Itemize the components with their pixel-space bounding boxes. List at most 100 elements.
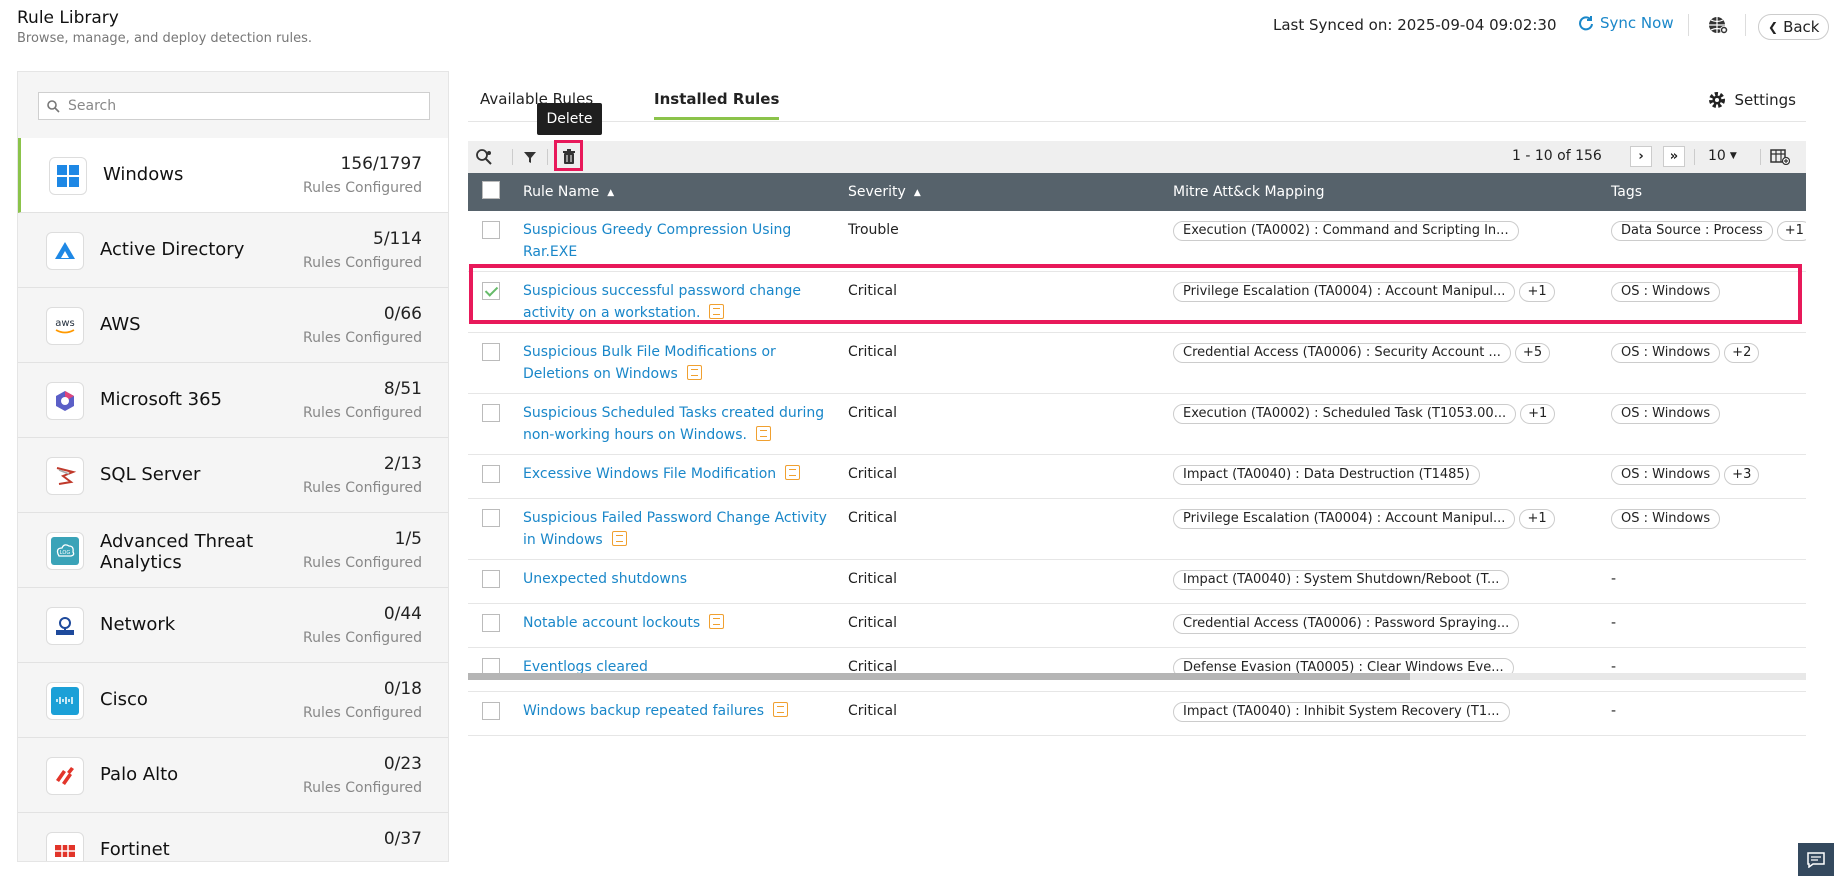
mitre-more-badge[interactable]: +1 bbox=[1519, 509, 1555, 529]
row-checkbox[interactable] bbox=[482, 570, 500, 588]
mitre-tag[interactable]: Credential Access (TA0006) : Security Ac… bbox=[1173, 343, 1511, 363]
settings-label: Settings bbox=[1734, 91, 1796, 109]
tag-pill[interactable]: Data Source : Process bbox=[1611, 221, 1773, 241]
rule-name-link[interactable]: Windows backup repeated failures bbox=[523, 703, 764, 719]
row-checkbox[interactable] bbox=[482, 404, 500, 422]
mitre-tag[interactable]: Execution (TA0002) : Command and Scripti… bbox=[1173, 221, 1519, 241]
mitre-tag[interactable]: Execution (TA0002) : Scheduled Task (T10… bbox=[1173, 404, 1517, 424]
sidebar-item-advanced-threat-analytics[interactable]: LOG Advanced Threat Analytics 1/5 Rules … bbox=[18, 513, 448, 588]
column-header-severity[interactable]: Severity ▲ bbox=[848, 173, 1173, 211]
tag-more-badge[interactable]: +2 bbox=[1724, 343, 1760, 363]
tag-more-badge[interactable]: +1 bbox=[1776, 221, 1806, 241]
page-subtitle: Browse, manage, and deploy detection rul… bbox=[17, 31, 313, 46]
sidebar-item-fortinet[interactable]: Fortinet 0/37 bbox=[18, 813, 448, 861]
rules-configured-label: Rules Configured bbox=[303, 705, 422, 721]
rule-name-link[interactable]: Notable account lockouts bbox=[523, 615, 700, 631]
rule-name-link[interactable]: Excessive Windows File Modification bbox=[523, 466, 776, 482]
page-size-select[interactable]: 10 ▼ bbox=[1708, 148, 1737, 164]
divider bbox=[547, 149, 548, 165]
table-row[interactable]: Eventlogs cleared Critical Defense Evasion… bbox=[468, 647, 1806, 692]
rule-type-icon bbox=[756, 426, 771, 441]
mitre-tag[interactable]: Impact (TA0040) : System Shutdown/Reboot… bbox=[1173, 570, 1510, 590]
table-row[interactable]: Unexpected shutdowns Critical Impact (TA00… bbox=[468, 559, 1806, 604]
rules-configured-label: Rules Configured bbox=[303, 405, 422, 421]
row-checkbox[interactable] bbox=[482, 465, 500, 483]
sidebar-item-label: Advanced Threat Analytics bbox=[100, 531, 254, 573]
rule-count: 0/44 bbox=[383, 604, 422, 624]
table-row[interactable]: Suspicious Failed Password Change Activi… bbox=[468, 498, 1806, 560]
row-checkbox[interactable] bbox=[482, 509, 500, 527]
back-label: Back bbox=[1783, 18, 1820, 36]
rule-name-link[interactable]: Suspicious successful password change ac… bbox=[523, 283, 801, 321]
tag-pill[interactable]: OS : Windows bbox=[1611, 404, 1721, 424]
table-row[interactable]: Suspicious Scheduled Tasks created durin… bbox=[468, 393, 1806, 455]
tab-installed-rules[interactable]: Installed Rules bbox=[654, 90, 780, 120]
tag-pill[interactable]: OS : Windows bbox=[1611, 343, 1721, 363]
mitre-more-badge[interactable]: +1 bbox=[1519, 282, 1555, 302]
sidebar-item-label: Cisco bbox=[100, 689, 148, 710]
row-checkbox[interactable] bbox=[482, 221, 500, 239]
mitre-more-badge[interactable]: +5 bbox=[1514, 343, 1551, 363]
sql-server-icon bbox=[46, 457, 84, 495]
mitre-tag[interactable]: Privilege Escalation (TA0004) : Account … bbox=[1173, 282, 1516, 302]
mitre-tag[interactable]: Impact (TA0040) : Inhibit System Recover… bbox=[1173, 702, 1510, 722]
mitre-tag[interactable]: Credential Access (TA0006) : Password Sp… bbox=[1173, 614, 1520, 634]
last-page-button[interactable]: » bbox=[1663, 146, 1685, 167]
column-settings-button[interactable] bbox=[1768, 145, 1792, 169]
mitre-more-badge[interactable]: +1 bbox=[1520, 404, 1556, 424]
filter-icon bbox=[524, 152, 536, 163]
sort-asc-icon: ▲ bbox=[607, 188, 615, 198]
rules-configured-label: Rules Configured bbox=[303, 180, 422, 196]
back-button[interactable]: ❮ Back bbox=[1758, 14, 1830, 40]
sidebar-item-cisco[interactable]: Cisco 0/18 Rules Configured bbox=[18, 663, 448, 738]
sidebar-item-palo-alto[interactable]: Palo Alto 0/23 Rules Configured bbox=[18, 738, 448, 813]
table-row[interactable]: Suspicious successful password change ac… bbox=[468, 271, 1806, 333]
table-row[interactable]: Suspicious Greedy Compression Using Rar.… bbox=[468, 211, 1806, 272]
chat-button[interactable] bbox=[1798, 843, 1834, 876]
sidebar-item-network[interactable]: Network 0/44 Rules Configured bbox=[18, 588, 448, 663]
advanced-search-button[interactable] bbox=[472, 145, 496, 169]
table-row[interactable]: Windows backup repeated failures Critical… bbox=[468, 691, 1806, 736]
tag-pill[interactable]: OS : Windows bbox=[1611, 465, 1721, 485]
table-row[interactable]: Excessive Windows File Modification Criti… bbox=[468, 454, 1806, 499]
table-toolbar: 1 - 10 of 156 › » 10 ▼ bbox=[468, 140, 1806, 173]
rule-name-link[interactable]: Suspicious Scheduled Tasks created durin… bbox=[523, 405, 824, 443]
globe-settings-icon[interactable] bbox=[1707, 14, 1729, 36]
filter-button[interactable] bbox=[518, 145, 542, 169]
mitre-tag[interactable]: Impact (TA0040) : Data Destruction (T148… bbox=[1173, 465, 1480, 485]
row-checkbox[interactable] bbox=[482, 343, 500, 361]
next-page-button[interactable]: › bbox=[1630, 146, 1652, 167]
table-row[interactable]: Suspicious Bulk File Modifications or De… bbox=[468, 332, 1806, 394]
column-header-rule-name[interactable]: Rule Name ▲ bbox=[523, 173, 848, 211]
sidebar-item-microsoft-365[interactable]: Microsoft 365 8/51 Rules Configured bbox=[18, 363, 448, 438]
tag-more-badge[interactable]: +3 bbox=[1724, 465, 1760, 485]
sidebar-item-aws[interactable]: aws AWS 0/66 Rules Configured bbox=[18, 288, 448, 363]
rule-name-link[interactable]: Suspicious Greedy Compression Using Rar.… bbox=[523, 222, 791, 260]
tag-pill[interactable]: OS : Windows bbox=[1611, 282, 1721, 302]
sidebar-item-sql-server[interactable]: SQL Server 2/13 Rules Configured bbox=[18, 438, 448, 513]
select-all-checkbox[interactable] bbox=[482, 181, 500, 199]
sidebar-item-windows[interactable]: Windows 156/1797 Rules Configured bbox=[18, 138, 448, 213]
sidebar-item-active-directory[interactable]: Active Directory 5/114 Rules Configured bbox=[18, 213, 448, 288]
horizontal-scrollbar[interactable] bbox=[468, 673, 1806, 680]
severity-text: Critical bbox=[848, 283, 897, 299]
tag-pill[interactable]: OS : Windows bbox=[1611, 509, 1721, 529]
search-box[interactable] bbox=[38, 92, 430, 120]
page-header: Rule Library Browse, manage, and deploy … bbox=[0, 0, 1842, 60]
column-header-tags: Tags bbox=[1611, 173, 1806, 211]
sync-now-button[interactable]: Sync Now bbox=[1578, 14, 1674, 32]
mitre-tag[interactable]: Privilege Escalation (TA0004) : Account … bbox=[1173, 509, 1516, 529]
table-row[interactable]: Notable account lockouts Critical Credenti… bbox=[468, 603, 1806, 648]
settings-button[interactable]: Settings bbox=[1707, 90, 1796, 110]
rule-name-link[interactable]: Suspicious Failed Password Change Activi… bbox=[523, 510, 827, 548]
cisco-icon bbox=[46, 682, 84, 720]
search-icon bbox=[47, 99, 60, 113]
scrollbar-thumb[interactable] bbox=[468, 673, 1410, 680]
row-checkbox[interactable] bbox=[482, 614, 500, 632]
search-input[interactable] bbox=[68, 98, 408, 114]
row-checkbox[interactable] bbox=[482, 702, 500, 720]
rule-name-link[interactable]: Unexpected shutdowns bbox=[523, 571, 687, 587]
row-checkbox[interactable] bbox=[482, 282, 500, 300]
caret-down-icon: ▼ bbox=[1729, 151, 1737, 161]
rule-name-link[interactable]: Suspicious Bulk File Modifications or De… bbox=[523, 344, 776, 382]
